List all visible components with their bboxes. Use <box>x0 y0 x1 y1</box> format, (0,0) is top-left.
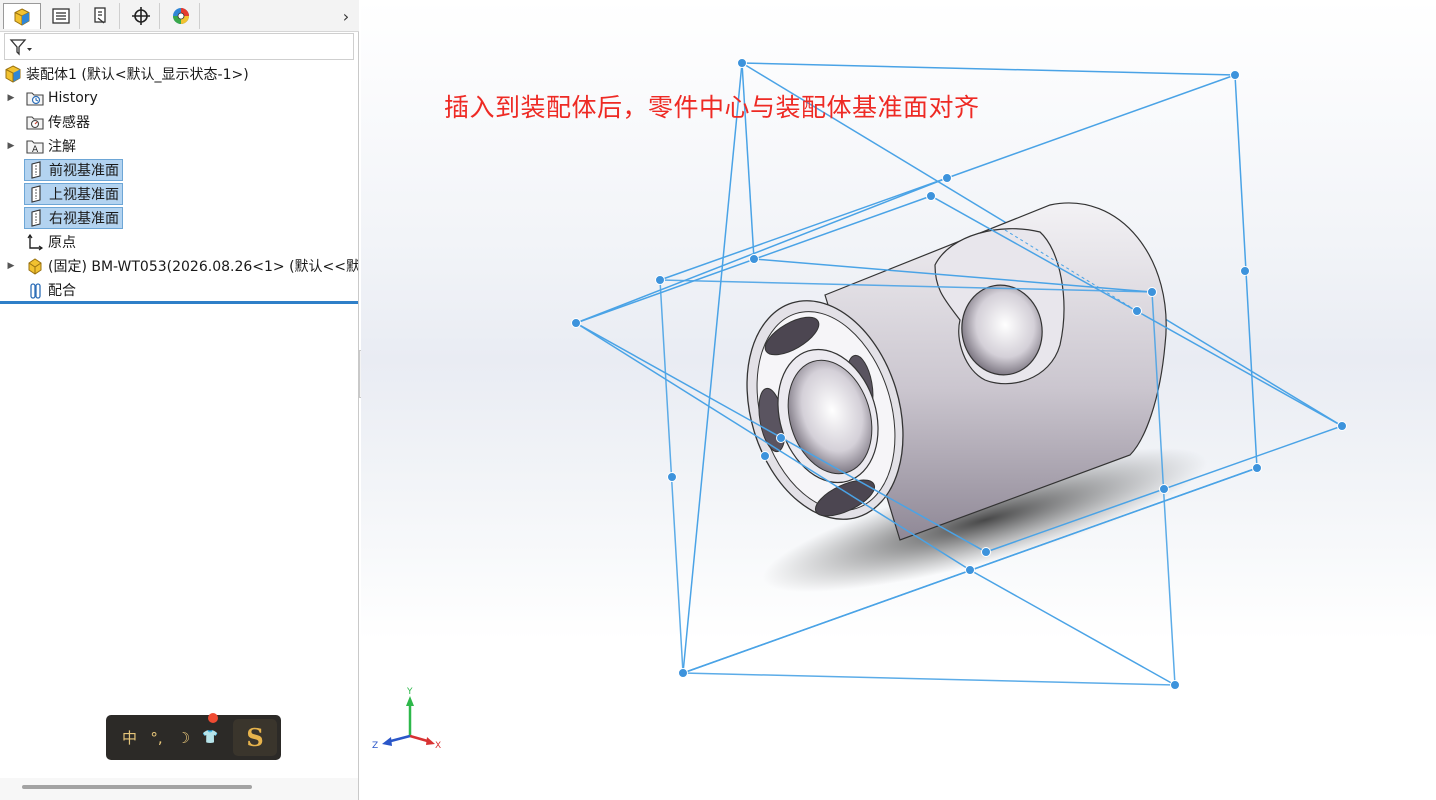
plane-handle-dot[interactable] <box>1132 306 1142 316</box>
tree-divider <box>0 301 358 304</box>
tree-item-label: 配合 <box>48 283 76 299</box>
panel-scrollbar[interactable] <box>0 778 358 800</box>
propertymanager-tab[interactable] <box>42 3 80 29</box>
plane-handle-dot[interactable] <box>942 173 952 183</box>
origin-icon <box>26 233 44 251</box>
ime-logo-letter: S <box>246 723 264 752</box>
plane-handle-dot[interactable] <box>571 318 581 328</box>
tree-item-right-plane[interactable]: 右视基准面 <box>24 207 123 229</box>
plane-handle-dot[interactable] <box>1170 680 1180 690</box>
tree-item-mates[interactable]: 配合 <box>26 279 76 301</box>
plane-handle-dot[interactable] <box>678 668 688 678</box>
tree-item-label: 上视基准面 <box>49 187 119 203</box>
plane-handle-dot[interactable] <box>776 433 786 443</box>
mates-paperclip-icon <box>26 281 44 299</box>
plane-handle-dot[interactable] <box>965 565 975 575</box>
graphics-area[interactable]: 插入到装配体后，零件中心与装配体基准面对齐 Y X Z <box>361 0 1436 800</box>
annotation-folder-icon: A <box>26 137 44 155</box>
plane-icon <box>27 161 45 179</box>
tree-item-label: 传感器 <box>48 115 90 131</box>
tree-item-history[interactable]: History <box>26 87 98 109</box>
tree-item-label: History <box>48 90 98 106</box>
dimxpert-tab[interactable] <box>122 3 160 29</box>
plane-icon <box>27 209 45 227</box>
ime-punctuation[interactable]: °, <box>143 715 170 760</box>
plane-handle-dot[interactable] <box>926 191 936 201</box>
plane-edge <box>946 74 1236 179</box>
tree-root-assembly[interactable]: 装配体1 (默认<默认_显示状态-1>) <box>4 63 249 85</box>
plane-handle-dot[interactable] <box>1147 287 1157 297</box>
plane-handle-dot[interactable] <box>1252 463 1262 473</box>
tree-root-label: 装配体1 (默认<默认_显示状态-1>) <box>26 67 249 83</box>
plane-handle-dot[interactable] <box>1240 266 1250 276</box>
manager-tab-bar: › <box>0 0 359 32</box>
ime-toolbar[interactable]: 中 °, ☽ 👕 S <box>106 713 281 760</box>
plane-handle-dot[interactable] <box>737 58 747 68</box>
expand-arrow-icon[interactable]: ▶ <box>6 87 16 109</box>
plane-handle-dot[interactable] <box>1337 421 1347 431</box>
ime-chinese-mode[interactable]: 中 <box>116 715 143 760</box>
tree-item-sensors[interactable]: 传感器 <box>26 111 90 133</box>
ime-moon-icon[interactable]: ☽ <box>170 715 197 760</box>
plane-icon <box>27 185 45 203</box>
svg-text:A: A <box>32 145 39 155</box>
tree-item-origin[interactable]: 原点 <box>26 231 76 253</box>
plane-handle-dot[interactable] <box>667 472 677 482</box>
tree-item-front-plane[interactable]: 前视基准面 <box>24 159 123 181</box>
annotation-text: 插入到装配体后，零件中心与装配体基准面对齐 <box>444 93 980 122</box>
triad-x-label: X <box>435 741 441 751</box>
tree-item-top-plane[interactable]: 上视基准面 <box>24 183 123 205</box>
tree-item-part[interactable]: (固定) BM-WT053(2026.08.26<1> (默认<<默 <box>26 255 358 277</box>
plane-handle-dot[interactable] <box>1159 484 1169 494</box>
displaymanager-tab[interactable] <box>162 3 200 29</box>
configurationmanager-tab[interactable] <box>82 3 120 29</box>
history-folder-icon <box>26 89 44 107</box>
featuremanager-tab[interactable] <box>3 3 41 29</box>
tree-item-label: 前视基准面 <box>49 163 119 179</box>
sogou-logo-icon[interactable]: S <box>233 719 277 756</box>
plane-handle-dot[interactable] <box>1230 70 1240 80</box>
funnel-filter-icon[interactable] <box>9 38 33 56</box>
feature-manager-panel: › 装配体1 (默认<默认_显示状态-1>) ▶ History 传感器 ▶ A… <box>0 0 359 800</box>
plane-handle-dot[interactable] <box>655 275 665 285</box>
tree-filter-box[interactable] <box>4 33 354 60</box>
ime-notification-dot <box>208 713 218 723</box>
tab-overflow-chevron-icon[interactable]: › <box>339 6 353 26</box>
assembly-icon <box>4 65 22 83</box>
assembly-cube-icon <box>14 7 30 26</box>
tree-item-label: 右视基准面 <box>49 211 119 227</box>
tree-item-label: 原点 <box>48 235 76 251</box>
property-list-icon <box>51 8 70 24</box>
sensor-folder-icon <box>26 113 44 131</box>
tree-item-annotations[interactable]: A 注解 <box>26 135 76 157</box>
part-icon <box>26 257 44 275</box>
configuration-icon <box>93 7 106 24</box>
plane-handle-dot[interactable] <box>981 547 991 557</box>
triad-z-label: Z <box>372 741 378 751</box>
color-wheel-icon <box>172 8 189 24</box>
plane-handle-dot[interactable] <box>760 451 770 461</box>
reference-triad[interactable]: Y X Z <box>369 684 449 754</box>
crosshair-target-icon <box>131 7 150 25</box>
expand-arrow-icon[interactable]: ▶ <box>6 255 16 277</box>
plane-handle-dot[interactable] <box>749 254 759 264</box>
plane-edge <box>969 569 1176 686</box>
tree-item-label: (固定) BM-WT053(2026.08.26<1> (默认<<默 <box>48 259 358 275</box>
panel-scrollbar-thumb[interactable] <box>22 785 252 789</box>
expand-arrow-icon[interactable]: ▶ <box>6 135 16 157</box>
triad-y-label: Y <box>406 687 413 697</box>
tree-item-label: 注解 <box>48 139 76 155</box>
